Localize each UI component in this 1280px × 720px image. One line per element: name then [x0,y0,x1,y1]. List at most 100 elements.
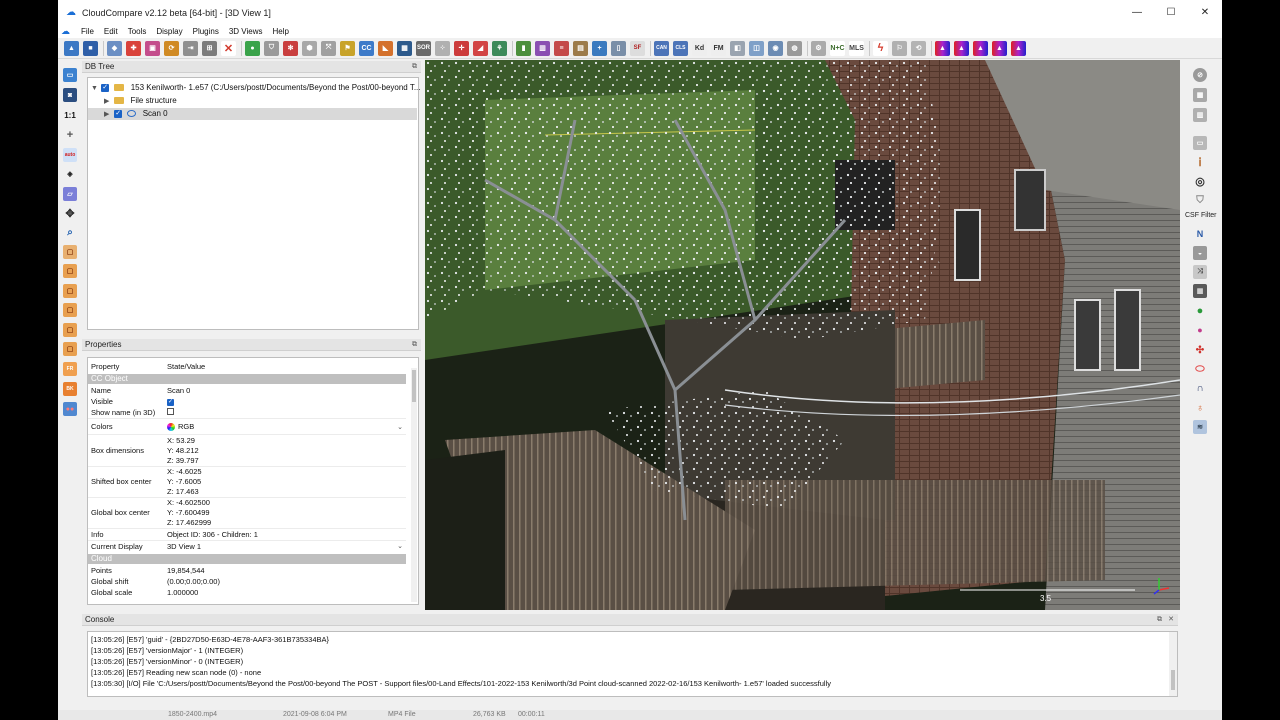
view-back-icon[interactable]: ▢ [63,303,77,317]
fast-marching-icon[interactable]: FM [711,40,726,56]
menu-plugins[interactable]: Plugins [188,27,224,36]
pick-point-icon[interactable]: ✛ [454,40,469,56]
octree-icon[interactable]: ✻ [283,40,298,56]
histogram-icon[interactable]: ▮ [516,40,531,56]
sf-gradient-icon[interactable]: ▥ [535,40,550,56]
close-icon[interactable]: ✕ [1168,614,1174,626]
hidden-point-icon[interactable]: ◧ [730,40,745,56]
normals-icon[interactable]: ⛉ [264,40,279,56]
mls-icon[interactable]: MLS [849,40,864,56]
properties-scrollbar[interactable] [411,368,417,602]
expand-arrow-icon[interactable]: ▶ [104,109,112,121]
menu-help[interactable]: Help [268,27,294,36]
colormap-5-icon[interactable]: ▲ [1011,40,1026,56]
console-scrollbar[interactable] [1169,632,1177,696]
broom-icon[interactable]: ⟲ [911,40,926,56]
translate-icon[interactable]: ⟳ [164,40,179,56]
pivot-icon[interactable]: + [63,128,77,142]
undock-icon[interactable]: ⧉ [412,61,417,73]
canupo-classify-icon[interactable]: CLS [673,40,688,56]
undock-icon[interactable]: ⧉ [412,339,417,351]
segment-icon[interactable]: ▣ [145,40,160,56]
tree-item-scan-selected[interactable]: ▶ ✓ Scan 0 [88,108,417,120]
view-right-icon[interactable]: ▢ [63,323,77,337]
rgb-segment-icon[interactable]: ● [1193,323,1207,337]
view-top-icon[interactable]: ▢ [63,245,77,259]
clone-icon[interactable]: ◆ [107,40,122,56]
stereo-icon[interactable]: ●● [63,402,77,416]
canupo-create-icon[interactable]: CAN [654,40,669,56]
checkbox-checked-icon[interactable]: ✓ [101,83,110,92]
show-name-checkbox[interactable] [167,408,174,415]
merge-icon[interactable]: ✚ [126,40,141,56]
colors-dropdown[interactable]: RGB ⌄ [167,422,403,431]
plus-icon[interactable]: + [592,40,607,56]
green-dot-icon[interactable]: ● [1193,304,1207,318]
app-menu-icon[interactable]: ☁ [61,27,70,36]
undock-icon[interactable]: ⧉ [1157,614,1162,626]
back-iso-icon[interactable]: BK [63,382,77,396]
save-icon[interactable]: ■ [83,40,98,56]
m3c2-icon[interactable]: N+C [830,40,845,56]
sf-tools-icon[interactable]: SF [630,40,645,56]
mplane-icon[interactable]: ⤨ [1193,265,1207,279]
render-icon[interactable]: ▦ [1193,88,1207,102]
colormap-1-icon[interactable]: ▲ [935,40,950,56]
kd-tree-icon[interactable]: Kd [692,40,707,56]
colormap-2-icon[interactable]: ▲ [954,40,969,56]
csf-filter-label[interactable]: CSF Filter [1185,212,1217,219]
sf-arithmetic-icon[interactable]: ≡ [554,40,569,56]
delete-icon[interactable]: ✕ [221,40,236,56]
align-icon[interactable]: ⇥ [183,40,198,56]
close-button[interactable]: ✕ [1188,0,1222,25]
menu-tools[interactable]: Tools [123,27,152,36]
menu-3d-views[interactable]: 3D Views [224,27,268,36]
collapse-arrow-icon[interactable]: ▼ [91,83,99,95]
sor-filter-icon[interactable]: SOR [416,40,431,56]
zoom-1-1-button[interactable]: 1:1 [63,108,77,122]
disabled-icon[interactable]: ⊘ [1193,68,1207,82]
open-icon[interactable]: ▲ [64,40,79,56]
mesh-icon[interactable]: ⬢ [302,40,317,56]
facets-icon[interactable]: ϟ [873,40,888,56]
menu-display[interactable]: Display [151,27,187,36]
view-front-icon[interactable]: ▢ [63,264,77,278]
camera-icon[interactable]: ◙ [63,88,77,102]
view-bottom-icon[interactable]: ▢ [63,342,77,356]
checkerboard-icon[interactable]: ▦ [397,40,412,56]
puzzle-icon[interactable]: ✣ [1193,343,1207,357]
perspective-icon[interactable]: ▱ [63,187,77,201]
primitive-icon[interactable]: ◣ [378,40,393,56]
brush-icon[interactable]: ⅰ [1193,155,1207,169]
ransac-icon[interactable]: ⚙ [811,40,826,56]
rotate-icon[interactable]: ◈ [63,167,77,181]
sample-points-icon[interactable]: ● [245,40,260,56]
minimize-button[interactable]: — [1120,0,1154,25]
expand-arrow-icon[interactable]: ▶ [104,96,112,108]
maximize-button[interactable]: ☐ [1154,0,1188,25]
poisson-icon[interactable]: ◉ [768,40,783,56]
compass-icon[interactable]: ⚘ [492,40,507,56]
sf-remove-icon[interactable]: ▯ [611,40,626,56]
water-icon[interactable]: ≋ [1193,420,1207,434]
menu-file[interactable]: File [76,27,99,36]
3d-view[interactable]: 3.5 [425,60,1180,610]
checkbox-checked-icon[interactable]: ✓ [114,109,123,118]
front-iso-icon[interactable]: FR [63,362,77,376]
colormap-4-icon[interactable]: ▲ [992,40,1007,56]
subsample-icon[interactable]: ⊞ [202,40,217,56]
sf-filter-icon[interactable]: ▤ [573,40,588,56]
arch-icon[interactable]: ∩ [1193,381,1207,395]
registration-icon[interactable]: ⤧ [321,40,336,56]
auto-pivot-button[interactable]: auto [63,148,77,162]
ear-icon[interactable]: ♁ [1193,401,1207,415]
distance-icon[interactable]: CC [359,40,374,56]
shield-icon[interactable]: ⛉ [1193,193,1207,207]
ellipse-icon[interactable]: ⬭ [1193,362,1207,376]
stack-icon[interactable]: ▥ [1193,108,1207,122]
pcv-icon[interactable]: ◫ [749,40,764,56]
display-icon[interactable]: ▭ [63,68,77,82]
menu-edit[interactable]: Edit [99,27,123,36]
compass-icon[interactable]: ◎ [1193,174,1207,188]
display-dropdown[interactable]: 3D View 1 ⌄ [167,542,403,551]
